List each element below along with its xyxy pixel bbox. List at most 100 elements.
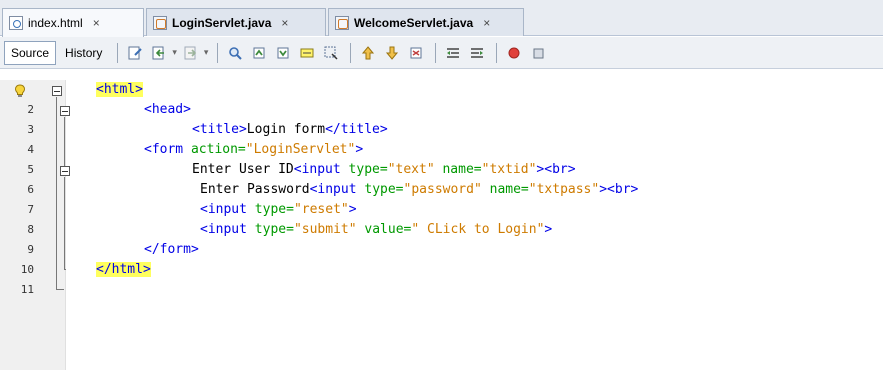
code-token: type= — [364, 182, 404, 197]
history-button[interactable]: History — [58, 41, 109, 65]
code-token: "submit" — [293, 222, 357, 237]
editor-tab-bar: index.html × LoginServlet.java × Welcome… — [0, 0, 883, 37]
code-line[interactable]: <input type="submit" value=" CLick to Lo… — [200, 220, 552, 240]
select-icon[interactable] — [320, 42, 342, 64]
shift-right-icon[interactable] — [466, 42, 488, 64]
line-number: 9 — [27, 243, 34, 256]
fold-toggle-html[interactable] — [52, 86, 62, 96]
fold-guide — [56, 97, 57, 289]
code-token: "LoginServlet" — [245, 142, 356, 157]
code-token: </form> — [144, 242, 199, 257]
code-token: type= — [254, 202, 294, 217]
code-line[interactable]: <title>Login form</title> — [192, 120, 388, 140]
chevron-down-icon[interactable]: ▾ — [204, 47, 209, 58]
code-token: type= — [254, 222, 294, 237]
toolbar-separator — [117, 42, 119, 63]
line-number: 3 — [27, 123, 34, 136]
line-number: 2 — [27, 103, 34, 116]
line-number: 4 — [27, 143, 34, 156]
html-file-icon — [9, 16, 23, 30]
code-token: </title> — [325, 122, 388, 137]
code-editor[interactable]: 2 3 4 5 6 7 8 9 10 11 <html> <head> <title>Login fo… — [0, 80, 883, 370]
line-number: 10 — [20, 263, 34, 276]
code-line[interactable]: <input type="reset"> — [200, 200, 357, 220]
java-file-icon — [153, 15, 167, 30]
bookmark-icon[interactable] — [405, 42, 427, 64]
code-token: <input — [200, 202, 255, 217]
toolbar-separator — [350, 42, 352, 63]
line-number: 7 — [27, 203, 34, 216]
code-token: name= — [481, 182, 529, 197]
code-token: type= — [348, 162, 388, 177]
java-file-icon — [335, 15, 349, 30]
code-token: > — [355, 142, 364, 157]
stop-macro-icon[interactable] — [527, 42, 549, 64]
shift-down-icon[interactable] — [381, 42, 403, 64]
tab-loginservlet-java[interactable]: LoginServlet.java × — [146, 8, 326, 36]
code-token: </html> — [96, 262, 151, 277]
back-icon[interactable] — [148, 42, 170, 64]
code-token: action= — [190, 142, 246, 157]
fold-guide — [64, 177, 65, 269]
code-token: " CLick to Login" — [411, 222, 545, 237]
code-token: "password" — [403, 182, 482, 197]
code-line[interactable]: <html> — [96, 80, 143, 100]
editor-toolbar: Source History ▾ ▾ — [0, 37, 883, 69]
shift-up-icon[interactable] — [357, 42, 379, 64]
tab-index-html[interactable]: index.html × — [2, 8, 144, 37]
code-line[interactable]: Enter User ID<input type="text" name="tx… — [192, 160, 576, 180]
code-line[interactable]: <form action="LoginServlet"> — [144, 140, 363, 160]
code-token: <title> — [192, 122, 247, 137]
toolbar-separator — [496, 42, 498, 63]
code-token: <html> — [96, 82, 143, 97]
tab-label: WelcomeServlet.java — [354, 15, 474, 30]
code-token: > — [348, 202, 357, 217]
tab-welcomeservlet-java[interactable]: WelcomeServlet.java × — [328, 8, 524, 36]
close-icon[interactable]: × — [93, 16, 100, 30]
close-icon[interactable]: × — [483, 16, 490, 30]
line-number-gutter: 2 3 4 5 6 7 8 9 10 11 — [0, 80, 70, 370]
fold-guide — [64, 117, 65, 171]
fold-guide-end — [64, 269, 66, 270]
fold-toggle-head[interactable] — [60, 106, 70, 116]
code-token: <form — [144, 142, 191, 157]
code-token: > — [544, 222, 553, 237]
code-line[interactable]: Enter Password<input type="password" nam… — [200, 180, 638, 200]
code-token: ><br> — [536, 162, 576, 177]
code-token: ><br> — [599, 182, 639, 197]
last-edit-icon[interactable] — [124, 42, 146, 64]
code-line[interactable]: </form> — [144, 240, 199, 260]
code-token: Enter User ID — [192, 162, 294, 177]
code-token: <input — [309, 182, 365, 197]
forward-icon[interactable] — [180, 42, 202, 64]
line-number: 6 — [27, 183, 34, 196]
find-next-icon[interactable] — [272, 42, 294, 64]
find-icon[interactable] — [224, 42, 246, 64]
code-line[interactable]: <head> — [144, 100, 191, 120]
toolbar-separator — [217, 42, 219, 63]
code-token: value= — [356, 222, 412, 237]
line-number: 5 — [27, 163, 34, 176]
code-token: name= — [434, 162, 482, 177]
toggle-highlight-icon[interactable] — [296, 42, 318, 64]
tab-label: LoginServlet.java — [172, 15, 272, 30]
shift-left-icon[interactable] — [442, 42, 464, 64]
line-number: 8 — [27, 223, 34, 236]
lightbulb-hint-icon[interactable] — [14, 84, 26, 98]
code-token: Enter Password — [200, 182, 310, 197]
toolbar-separator — [435, 42, 437, 63]
code-line[interactable]: </html> — [96, 260, 151, 280]
code-token: <head> — [144, 102, 191, 117]
source-button[interactable]: Source — [4, 40, 57, 65]
record-macro-icon[interactable] — [503, 42, 525, 64]
find-prev-icon[interactable] — [248, 42, 270, 64]
fold-guide-end — [56, 289, 64, 290]
code-token: "reset" — [293, 202, 349, 217]
code-token: <input — [200, 222, 255, 237]
tab-label: index.html — [28, 16, 83, 30]
fold-toggle-form[interactable] — [60, 166, 70, 176]
chevron-down-icon[interactable]: ▾ — [172, 47, 177, 58]
line-number: 11 — [20, 283, 34, 296]
code-token: "txtpass" — [528, 182, 600, 197]
close-icon[interactable]: × — [281, 16, 288, 30]
